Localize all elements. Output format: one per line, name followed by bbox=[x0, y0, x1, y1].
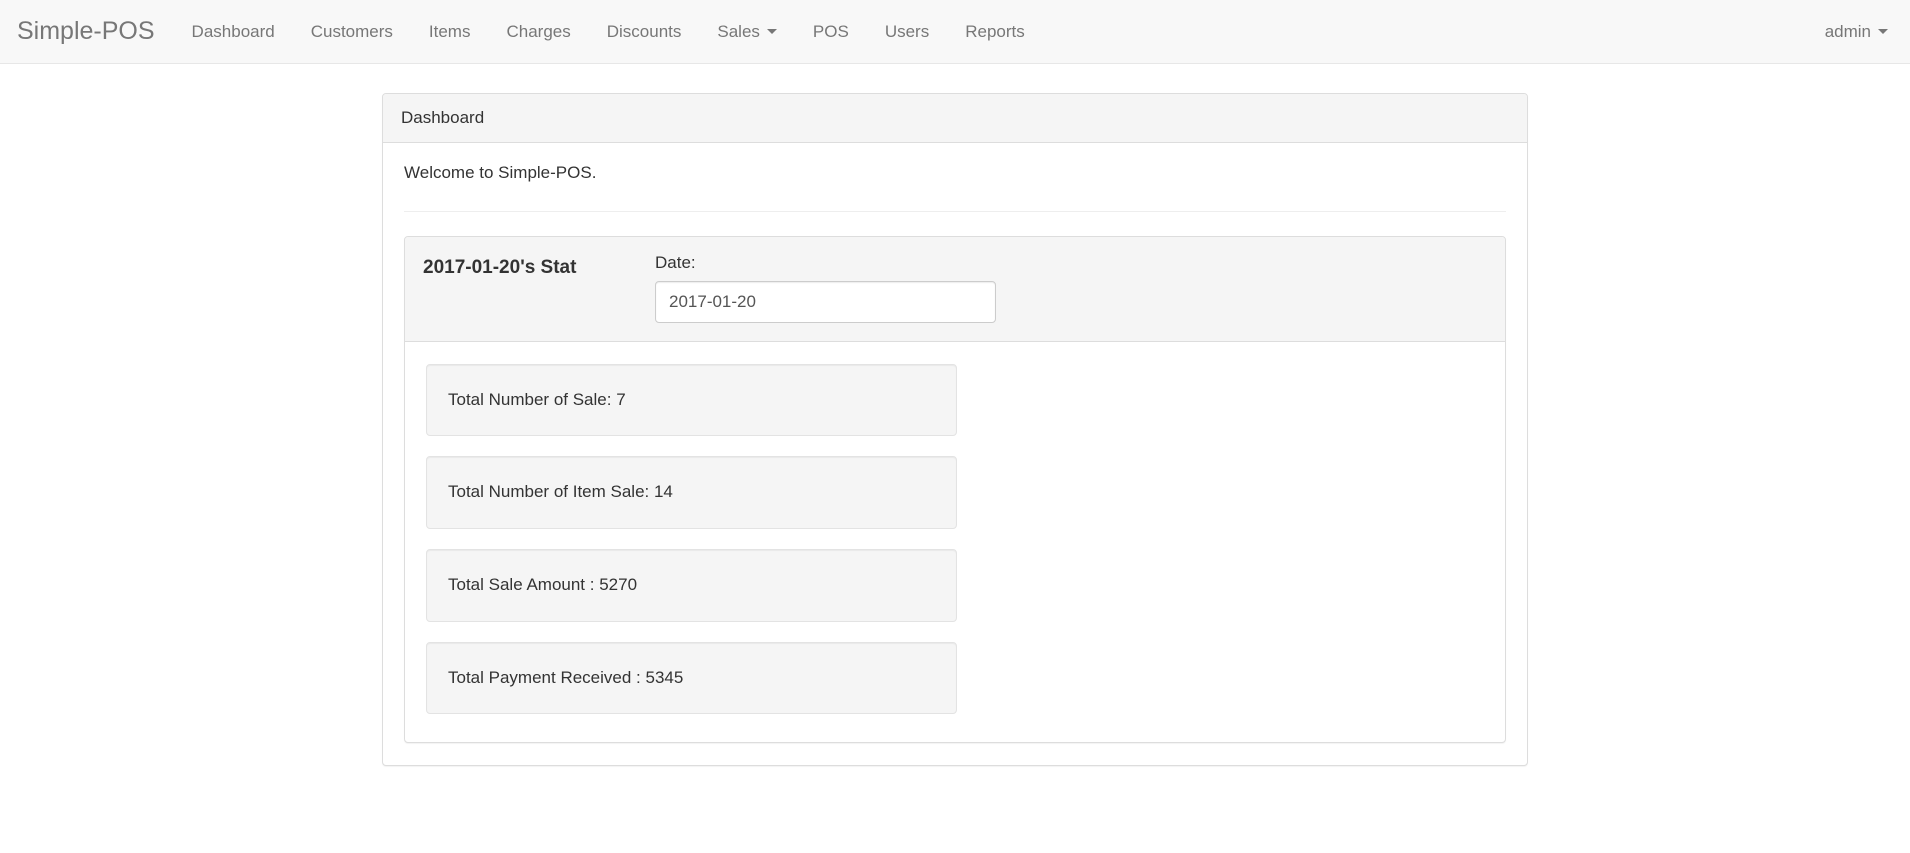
list-item: Total Number of Item Sale: 14 bbox=[426, 456, 957, 529]
date-form-group: Date: bbox=[655, 253, 996, 323]
stat-panel: 2017-01-20's Stat Date: Total Number of … bbox=[404, 235, 1506, 744]
nav-link-discounts[interactable]: Discounts bbox=[589, 0, 700, 63]
stat-total-number-of-item-sale: Total Number of Item Sale: 14 bbox=[448, 482, 673, 502]
navbar-brand[interactable]: Simple-POS bbox=[0, 0, 174, 63]
sidebar-item-dashboard[interactable]: Dashboard bbox=[174, 0, 293, 63]
nav-label-customers: Customers bbox=[310, 21, 393, 41]
nav-link-customers[interactable]: Customers bbox=[293, 0, 411, 63]
date-input[interactable] bbox=[655, 280, 996, 323]
nav-label-dashboard: Dashboard bbox=[191, 21, 275, 41]
sidebar-item-charges[interactable]: Charges bbox=[488, 0, 588, 63]
nav-label-pos: POS bbox=[812, 21, 849, 41]
stat-panel-heading: 2017-01-20's Stat Date: bbox=[405, 236, 1505, 342]
nav-link-charges[interactable]: Charges bbox=[488, 0, 588, 63]
panel-body: Welcome to Simple-POS. 2017-01-20's Stat… bbox=[383, 143, 1527, 765]
chevron-down-icon bbox=[1878, 29, 1888, 34]
sidebar-item-sales[interactable]: Sales bbox=[699, 0, 795, 63]
welcome-text: Welcome to Simple-POS. bbox=[404, 163, 597, 182]
nav-label-discounts: Discounts bbox=[606, 21, 682, 41]
nav-label-charges: Charges bbox=[506, 21, 571, 41]
nav-label-reports: Reports bbox=[965, 21, 1025, 41]
nav-link-items[interactable]: Items bbox=[411, 0, 489, 63]
stat-panel-title: 2017-01-20's Stat bbox=[423, 256, 577, 278]
user-menu[interactable]: admin bbox=[1807, 0, 1910, 63]
chevron-down-icon bbox=[766, 29, 777, 34]
navbar-user-nav: admin bbox=[1807, 0, 1910, 63]
date-label: Date: bbox=[655, 252, 696, 272]
list-item: Total Number of Sale: 7 bbox=[426, 363, 957, 437]
content-divider bbox=[404, 210, 1506, 212]
list-item: Total Payment Received : 5345 bbox=[426, 641, 957, 715]
sidebar-item-users[interactable]: Users bbox=[867, 0, 947, 63]
nav-link-pos[interactable]: POS bbox=[795, 0, 867, 63]
panel-heading: Dashboard bbox=[383, 94, 1527, 143]
sidebar-item-pos[interactable]: POS bbox=[795, 0, 867, 63]
nav-link-sales[interactable]: Sales bbox=[699, 0, 795, 63]
nav-label-items: Items bbox=[428, 21, 471, 41]
user-menu-toggle[interactable]: admin bbox=[1807, 0, 1910, 63]
stat-total-payment-received: Total Payment Received : 5345 bbox=[448, 667, 684, 687]
page-container: Dashboard Welcome to Simple-POS. 2017-01… bbox=[364, 93, 1546, 767]
nav-label-users: Users bbox=[884, 21, 930, 41]
sidebar-item-reports[interactable]: Reports bbox=[947, 0, 1043, 63]
navbar-primary-nav: Dashboard Customers Items Charges Discou… bbox=[174, 0, 1043, 63]
nav-link-reports[interactable]: Reports bbox=[947, 0, 1043, 63]
dashboard-panel: Dashboard Welcome to Simple-POS. 2017-01… bbox=[382, 93, 1528, 767]
stat-total-sale-amount: Total Sale Amount : 5270 bbox=[448, 574, 638, 594]
user-menu-label: admin bbox=[1824, 21, 1871, 41]
sidebar-item-items[interactable]: Items bbox=[411, 0, 489, 63]
nav-label-sales: Sales bbox=[717, 21, 760, 41]
sidebar-item-discounts[interactable]: Discounts bbox=[589, 0, 700, 63]
stat-total-number-of-sale: Total Number of Sale: 7 bbox=[448, 389, 626, 409]
nav-link-dashboard[interactable]: Dashboard bbox=[174, 0, 293, 63]
main-navbar: Simple-POS Dashboard Customers Items Cha… bbox=[0, 0, 1910, 64]
nav-link-users[interactable]: Users bbox=[867, 0, 947, 63]
stat-panel-body: Total Number of Sale: 7 Total Number of … bbox=[405, 342, 1505, 743]
sidebar-item-customers[interactable]: Customers bbox=[293, 0, 411, 63]
stat-list: Total Number of Sale: 7 Total Number of … bbox=[426, 363, 1484, 715]
page-title: Dashboard bbox=[401, 108, 485, 127]
list-item: Total Sale Amount : 5270 bbox=[426, 548, 957, 622]
